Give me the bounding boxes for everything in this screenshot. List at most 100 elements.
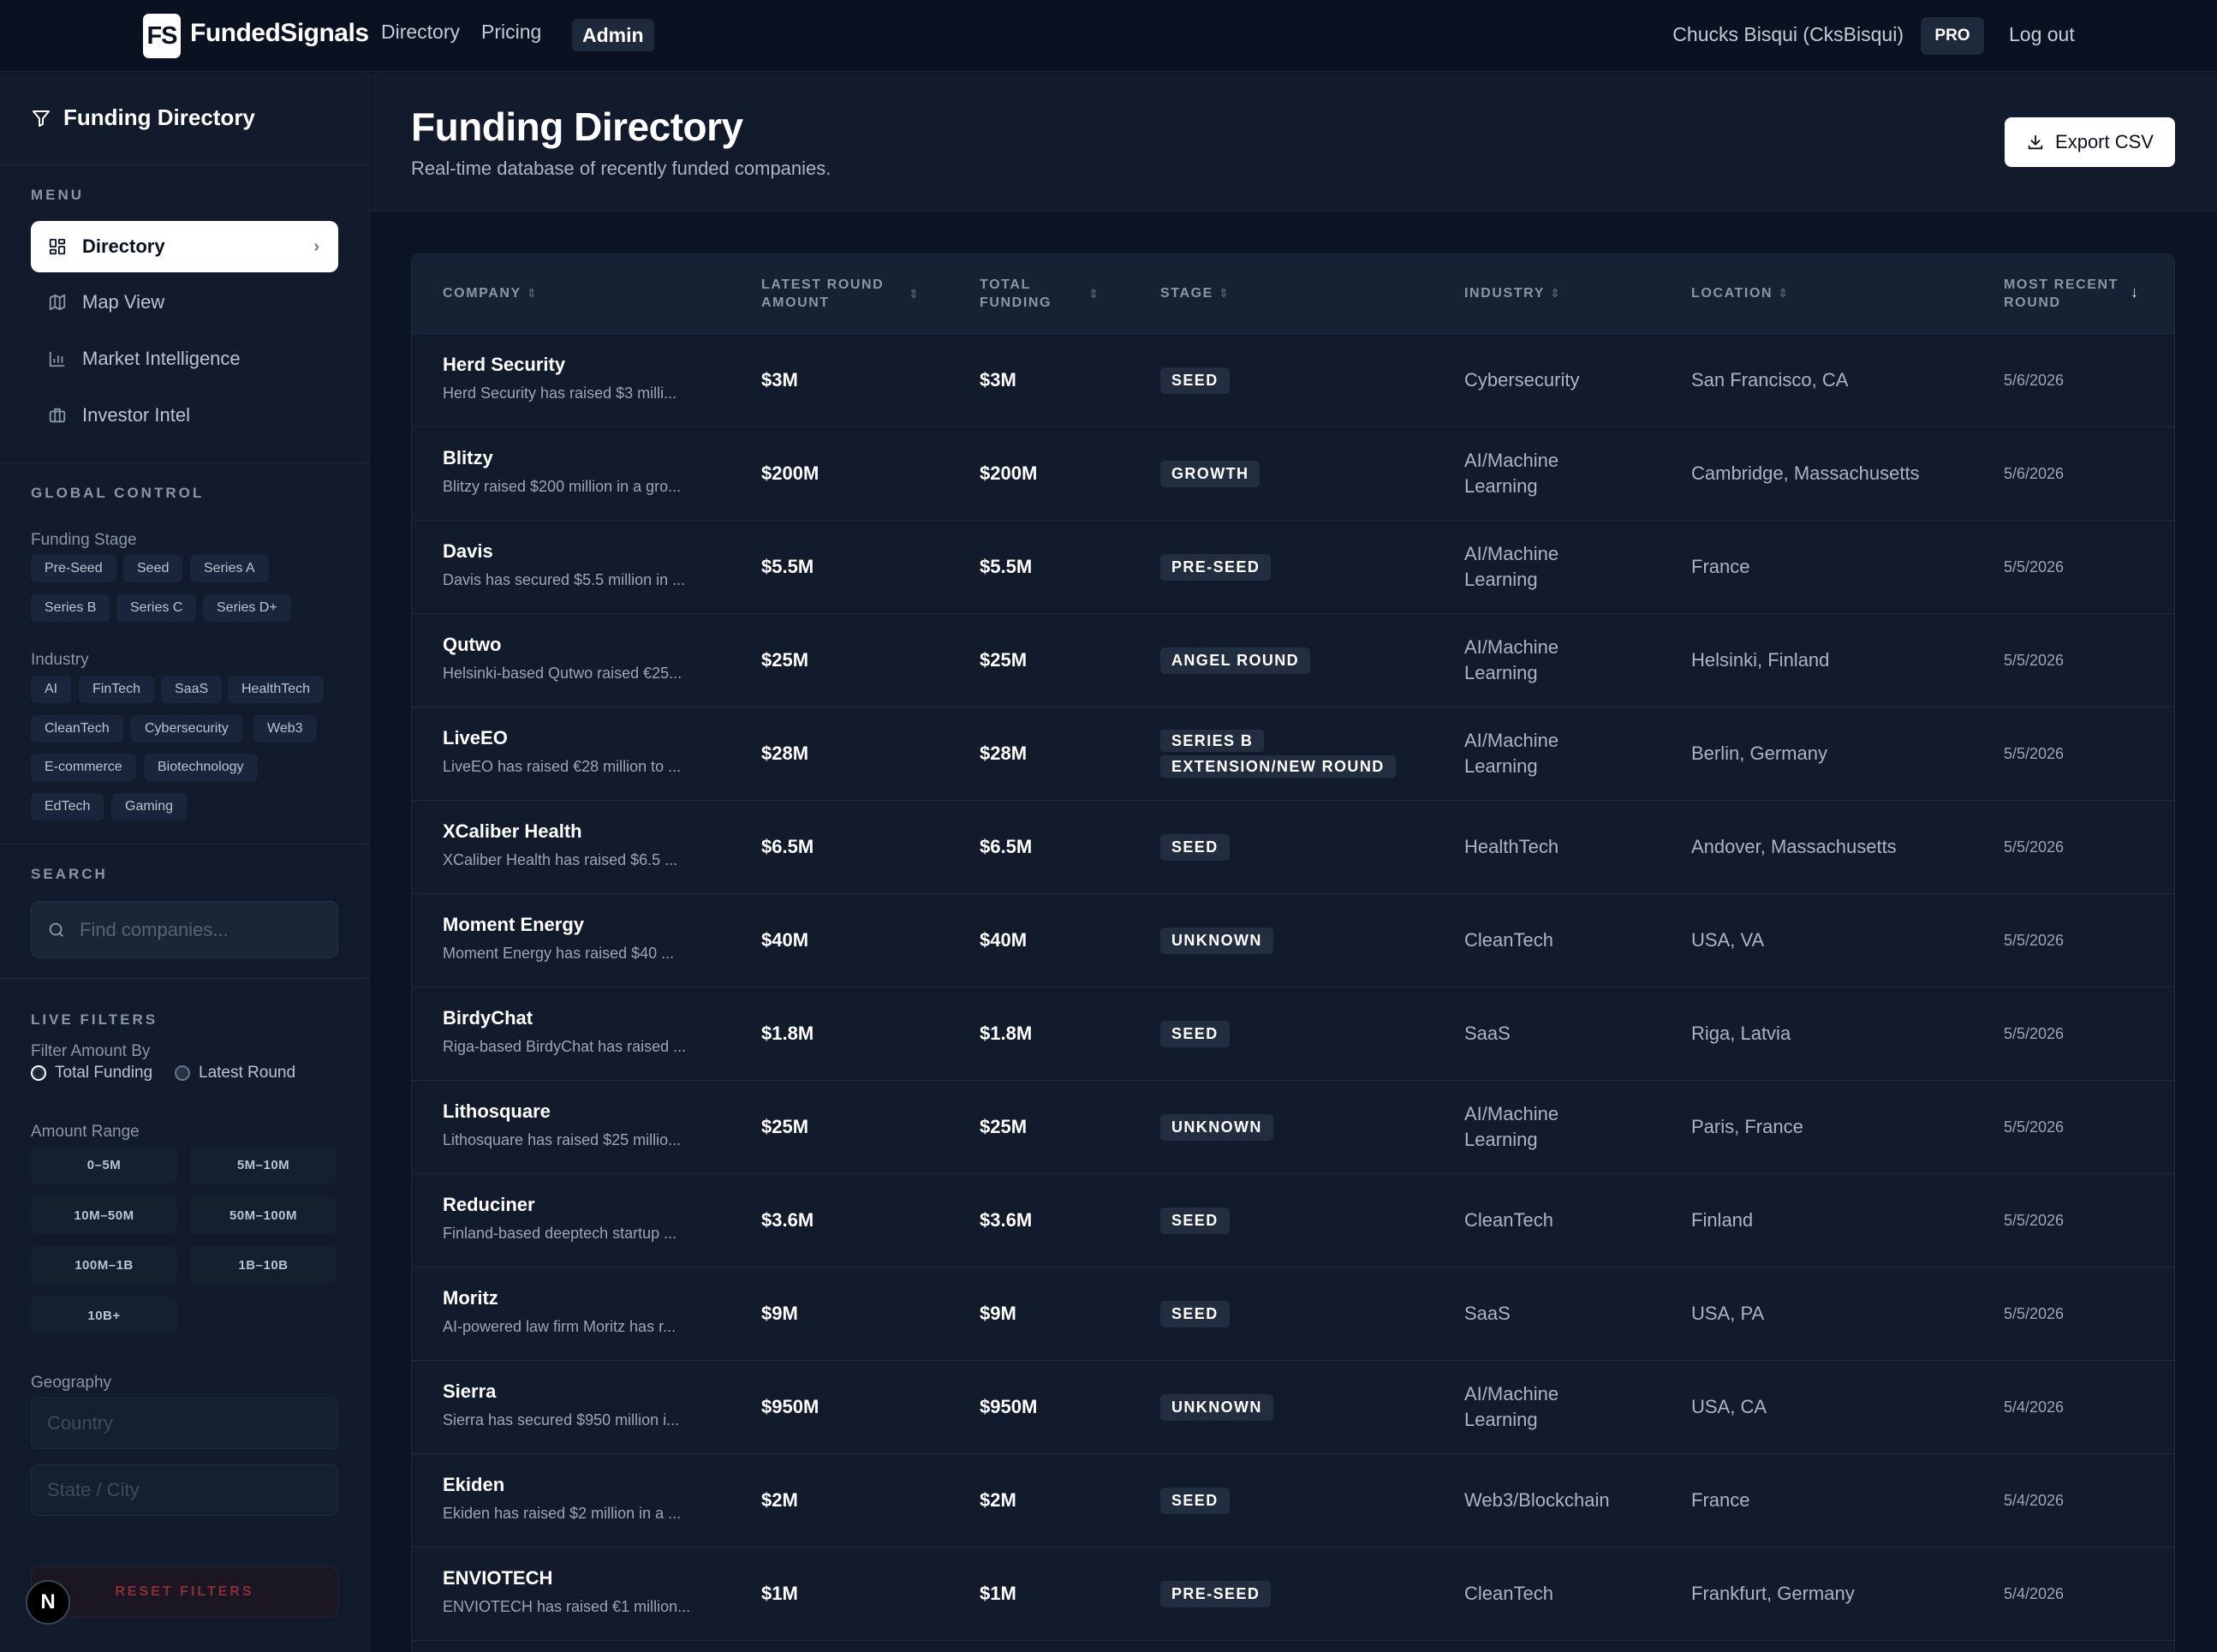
industry-chip[interactable]: E-commerce: [31, 754, 136, 781]
nav-directory[interactable]: Directory: [381, 21, 460, 44]
industry-chip[interactable]: EdTech: [31, 793, 104, 820]
industry-chip[interactable]: Biotechnology: [144, 754, 258, 781]
company-name[interactable]: Reduciner: [443, 1194, 535, 1216]
sort-icon[interactable]: ⇕: [1088, 285, 1100, 303]
company-name[interactable]: ENVIOTECH: [443, 1567, 552, 1589]
map-icon: [49, 294, 66, 311]
search-field[interactable]: [31, 901, 338, 958]
stage-badge: PRE-SEED: [1160, 1580, 1272, 1607]
location: Cambridge, Massachusetts: [1691, 462, 1920, 484]
avatar[interactable]: N: [26, 1580, 70, 1625]
stage-chip[interactable]: Series B: [31, 594, 110, 622]
industry-chip[interactable]: CleanTech: [31, 715, 123, 743]
state-city-field[interactable]: [31, 1464, 338, 1516]
company-name[interactable]: LiveEO: [443, 727, 508, 749]
column-company[interactable]: COMPANY ⇕: [443, 284, 538, 302]
amount-range-button[interactable]: 10B+: [31, 1297, 177, 1334]
column-label: TOTAL FUNDING: [980, 277, 1052, 310]
industry-chip[interactable]: FinTech: [79, 676, 155, 703]
radio-button[interactable]: [175, 1065, 190, 1081]
sort-icon[interactable]: ⇕: [1778, 284, 1789, 302]
company-name[interactable]: Sierra: [443, 1381, 496, 1403]
state-city-input[interactable]: [47, 1479, 321, 1501]
amount-range-button[interactable]: 100M–1B: [31, 1246, 177, 1284]
sidebar-item-label: Map View: [82, 291, 165, 313]
radio-total-funding[interactable]: Total Funding: [31, 1064, 152, 1082]
radio-button[interactable]: [31, 1065, 46, 1081]
amount-range-button[interactable]: 1B–10B: [190, 1246, 337, 1284]
reset-filters-button[interactable]: RESET FILTERS: [31, 1566, 338, 1618]
stage-chip[interactable]: Series C: [116, 594, 197, 622]
company-name[interactable]: Davis: [443, 540, 493, 563]
column-location[interactable]: LOCATION ⇕: [1691, 284, 1790, 302]
table-row[interactable]: LiveEO LiveEO has raised €28 million to .…: [412, 707, 2174, 801]
table-row[interactable]: BirdyChat Riga-based BirdyChat has raised…: [412, 987, 2174, 1081]
table-row[interactable]: Moment Energy Moment Energy has raised $4…: [412, 894, 2174, 987]
industry-chip[interactable]: Gaming: [111, 793, 188, 820]
industry-chip[interactable]: Cybersecurity: [131, 715, 242, 743]
column-industry[interactable]: INDUSTRY ⇕: [1464, 284, 1561, 302]
table-row[interactable]: Blitzy Blitzy raised $200 million in a gr…: [412, 427, 2174, 521]
amount-range-button[interactable]: 10M–50M: [31, 1196, 177, 1234]
company-name[interactable]: Moritz: [443, 1287, 498, 1309]
brand-name[interactable]: FundedSignals: [190, 19, 369, 48]
table-row[interactable]: Davis Davis has secured $5.5 million in .…: [412, 521, 2174, 614]
amount-range-button[interactable]: 50M–100M: [190, 1196, 337, 1234]
table-row[interactable]: ENVIOTECH ENVIOTECH has raised €1 million…: [412, 1548, 2174, 1641]
user-name[interactable]: Chucks Bisqui (CksBisqui): [1672, 23, 1904, 46]
sidebar-item-directory[interactable]: Directory ›: [31, 221, 338, 272]
logo-mark[interactable]: FS: [143, 14, 181, 58]
industry-chip[interactable]: AI: [31, 676, 72, 703]
stage-chip[interactable]: Pre-Seed: [31, 555, 116, 582]
country-field[interactable]: [31, 1398, 338, 1449]
nav-pricing[interactable]: Pricing: [481, 21, 541, 44]
stage-chip[interactable]: Seed: [123, 555, 183, 582]
search-input[interactable]: [80, 918, 319, 941]
industry-chip[interactable]: HealthTech: [228, 676, 325, 703]
industry: HealthTech: [1464, 836, 1559, 857]
table-row[interactable]: Moritz AI-powered law firm Moritz has r..…: [412, 1267, 2174, 1361]
industry-chip[interactable]: SaaS: [161, 676, 223, 703]
stage-badge: ANGEL ROUND: [1160, 647, 1311, 674]
table-row[interactable]: Ekiden Ekiden has raised $2 million in a …: [412, 1454, 2174, 1548]
column-stage[interactable]: STAGE ⇕: [1160, 284, 1230, 302]
export-csv-button[interactable]: Export CSV: [2005, 117, 2175, 167]
sort-icon[interactable]: ⇕: [527, 284, 538, 302]
sort-icon[interactable]: ⇕: [1550, 284, 1561, 302]
menu-heading: MENU: [31, 187, 85, 203]
company-name[interactable]: XCaliber Health: [443, 820, 582, 843]
most-recent-round-date: 5/5/2026: [2004, 558, 2065, 576]
industry-chip[interactable]: Web3: [253, 715, 317, 743]
table-row[interactable]: Herd Security Herd Security has raised $3…: [412, 334, 2174, 427]
arrow-down-icon[interactable]: ↓: [2131, 283, 2140, 301]
column-total-funding[interactable]: TOTAL FUNDING: [980, 276, 1074, 312]
table-row[interactable]: Qutwo Helsinki-based Qutwo raised €25... $…: [412, 614, 2174, 707]
stage-chip[interactable]: Series D+: [203, 594, 291, 622]
sidebar-item-investor-intel[interactable]: Investor Intel: [31, 390, 338, 441]
company-name[interactable]: Blitzy: [443, 447, 493, 469]
sidebar-item-map-view[interactable]: Map View: [31, 277, 338, 328]
company-name[interactable]: Qutwo: [443, 634, 501, 656]
table-row[interactable]: Reduciner Finland-based deeptech startup …: [412, 1174, 2174, 1267]
sidebar-item-market-intelligence[interactable]: Market Intelligence: [31, 333, 338, 385]
table-row[interactable]: Sierra Sierra has secured $950 million i.…: [412, 1361, 2174, 1454]
location: France: [1691, 1489, 1750, 1511]
amount-range-button[interactable]: 0–5M: [31, 1146, 177, 1184]
sort-icon[interactable]: ⇕: [1219, 284, 1230, 302]
radio-latest-round[interactable]: Latest Round: [175, 1064, 295, 1082]
company-name[interactable]: Ekiden: [443, 1474, 504, 1496]
sort-icon[interactable]: ⇕: [909, 285, 920, 303]
company-name[interactable]: Lithosquare: [443, 1100, 551, 1123]
table-row[interactable]: Lithosquare Lithosquare has raised $25 mi…: [412, 1081, 2174, 1174]
company-name[interactable]: BirdyChat: [443, 1007, 533, 1029]
nav-admin[interactable]: Admin: [572, 19, 654, 51]
column-latest-round[interactable]: LATEST ROUND AMOUNT: [761, 276, 915, 312]
logout-link[interactable]: Log out: [2009, 23, 2075, 46]
table-row[interactable]: XCaliber Health XCaliber Health has raise…: [412, 801, 2174, 894]
company-name[interactable]: Herd Security: [443, 354, 565, 376]
amount-range-button[interactable]: 5M–10M: [190, 1146, 337, 1184]
stage-chip[interactable]: Series A: [190, 555, 269, 582]
column-most-recent-round[interactable]: MOST RECENT ROUND: [2004, 276, 2132, 312]
company-name[interactable]: Moment Energy: [443, 914, 584, 936]
country-input[interactable]: [47, 1412, 321, 1434]
